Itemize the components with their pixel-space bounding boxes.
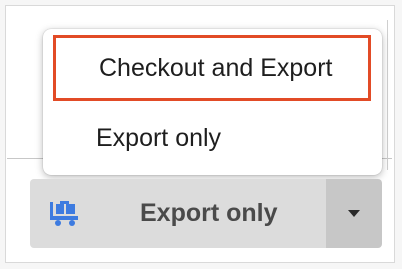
menu-item-label: Export only [96,123,222,152]
panel-edge [387,20,388,170]
export-button[interactable]: Export only [30,179,326,248]
cart-icon [48,199,82,227]
chevron-down-icon [348,210,360,217]
export-split-button: Export only [30,179,382,248]
menu-item-label: Checkout and Export [99,53,333,82]
menu-item-checkout-and-export[interactable]: Checkout and Export [53,35,371,101]
menu-item-export-only[interactable]: Export only [43,105,382,171]
export-button-label: Export only [140,199,278,227]
export-dropdown-menu: Checkout and Export Export only [43,29,382,175]
dropdown-toggle-button[interactable] [326,179,382,248]
